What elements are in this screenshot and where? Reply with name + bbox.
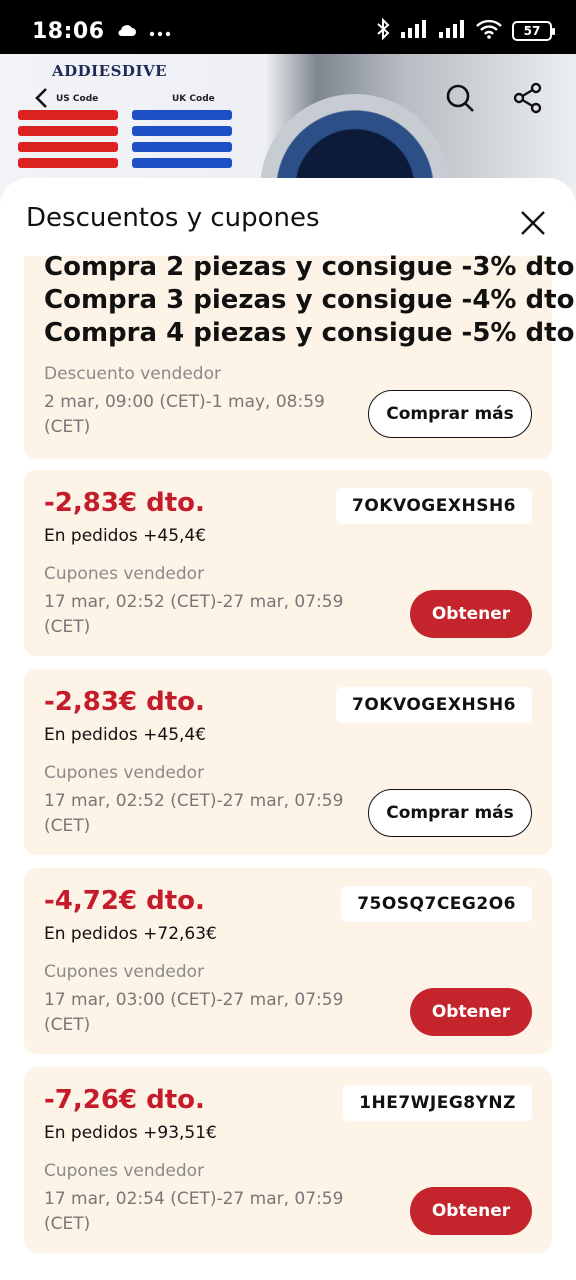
size-table-row bbox=[132, 158, 232, 168]
promo-type-label: Descuento vendedor bbox=[44, 364, 221, 384]
size-table-row bbox=[18, 158, 118, 168]
get-coupon-button[interactable]: Obtener bbox=[410, 590, 532, 638]
brand-logo-text: ADDIESDIVE bbox=[52, 62, 168, 80]
coupon-date-range: 17 mar, 02:54 (CET)-27 mar, 07:59 (CET) bbox=[44, 1189, 344, 1234]
cloud-icon bbox=[117, 22, 137, 41]
coupon-type-label: Cupones vendedor bbox=[44, 1161, 205, 1181]
size-table-row bbox=[132, 142, 232, 152]
coupon-card: -2,83€ dto. En pedidos +45,4€ 7OKVOGEXHS… bbox=[24, 470, 552, 656]
size-table-row bbox=[18, 126, 118, 136]
coupon-condition: En pedidos +45,4€ bbox=[44, 526, 207, 546]
promo-date-range: 2 mar, 09:00 (CET)-1 may, 08:59 (CET) bbox=[44, 392, 325, 437]
coupon-date-range: 17 mar, 02:52 (CET)-27 mar, 07:59 (CET) bbox=[44, 791, 344, 836]
buy-more-button[interactable]: Comprar más bbox=[368, 789, 532, 837]
sheet-title: Descuentos y cupones bbox=[26, 203, 320, 233]
coupon-code[interactable]: 7OKVOGEXHSH6 bbox=[336, 488, 532, 524]
coupon-date-range: 17 mar, 02:52 (CET)-27 mar, 07:59 (CET) bbox=[44, 592, 344, 637]
coupon-discount: -4,72€ dto. bbox=[44, 886, 205, 916]
size-table-row bbox=[132, 110, 232, 120]
promo-card: Compra 2 piezas y consigue -3% dto. Comp… bbox=[24, 252, 576, 459]
coupon-code[interactable]: 75OSQ7CEG2O6 bbox=[341, 886, 532, 922]
back-arrow-icon[interactable] bbox=[24, 80, 60, 116]
coupon-condition: En pedidos +93,51€ bbox=[44, 1123, 217, 1143]
promo-line: Compra 4 piezas y consigue -5% dto. bbox=[44, 318, 576, 348]
coupon-card: -2,83€ dto. En pedidos +45,4€ 7OKVOGEXHS… bbox=[24, 669, 552, 855]
close-icon[interactable] bbox=[518, 208, 548, 238]
coupon-discount: -2,83€ dto. bbox=[44, 687, 205, 717]
coupon-condition: En pedidos +45,4€ bbox=[44, 725, 207, 745]
bluetooth-icon bbox=[376, 17, 390, 44]
battery-icon: 57 bbox=[512, 21, 555, 41]
status-bar: 18:06 57 bbox=[0, 0, 576, 62]
promo-line: Compra 3 piezas y consigue -4% dto. bbox=[44, 285, 576, 315]
sheet-header: Descuentos y cupones bbox=[0, 178, 576, 258]
uk-code-label: UK Code bbox=[172, 94, 215, 104]
signal-icon bbox=[400, 20, 428, 42]
promo-line: Compra 2 piezas y consigue -3% dto. bbox=[44, 252, 576, 282]
signal-icon-2 bbox=[438, 20, 466, 42]
coupon-code[interactable]: 1HE7WJEG8YNZ bbox=[343, 1085, 532, 1121]
more-dots-icon bbox=[149, 22, 171, 41]
coupon-discount: -2,83€ dto. bbox=[44, 488, 205, 518]
us-code-label: US Code bbox=[56, 94, 99, 104]
coupon-type-label: Cupones vendedor bbox=[44, 962, 205, 982]
coupon-type-label: Cupones vendedor bbox=[44, 763, 205, 783]
size-table-row bbox=[18, 142, 118, 152]
coupons-sheet: Descuentos y cupones Compra 2 piezas y c… bbox=[0, 178, 576, 1280]
size-table-row bbox=[132, 126, 232, 136]
coupon-card: -7,26€ dto. En pedidos +93,51€ 1HE7WJEG8… bbox=[24, 1067, 552, 1253]
status-time: 18:06 bbox=[32, 18, 105, 44]
buy-more-button[interactable]: Comprar más bbox=[368, 390, 532, 438]
get-coupon-button[interactable]: Obtener bbox=[410, 988, 532, 1036]
coupon-condition: En pedidos +72,63€ bbox=[44, 924, 217, 944]
search-icon[interactable] bbox=[442, 80, 478, 116]
wifi-icon bbox=[476, 19, 502, 43]
share-icon[interactable] bbox=[510, 80, 546, 116]
coupon-type-label: Cupones vendedor bbox=[44, 564, 205, 584]
get-coupon-button[interactable]: Obtener bbox=[410, 1187, 532, 1235]
coupon-code[interactable]: 7OKVOGEXHSH6 bbox=[336, 687, 532, 723]
coupon-card: -4,72€ dto. En pedidos +72,63€ 75OSQ7CEG… bbox=[24, 868, 552, 1054]
coupon-date-range: 17 mar, 03:00 (CET)-27 mar, 07:59 (CET) bbox=[44, 990, 344, 1035]
coupon-discount: -7,26€ dto. bbox=[44, 1085, 205, 1115]
